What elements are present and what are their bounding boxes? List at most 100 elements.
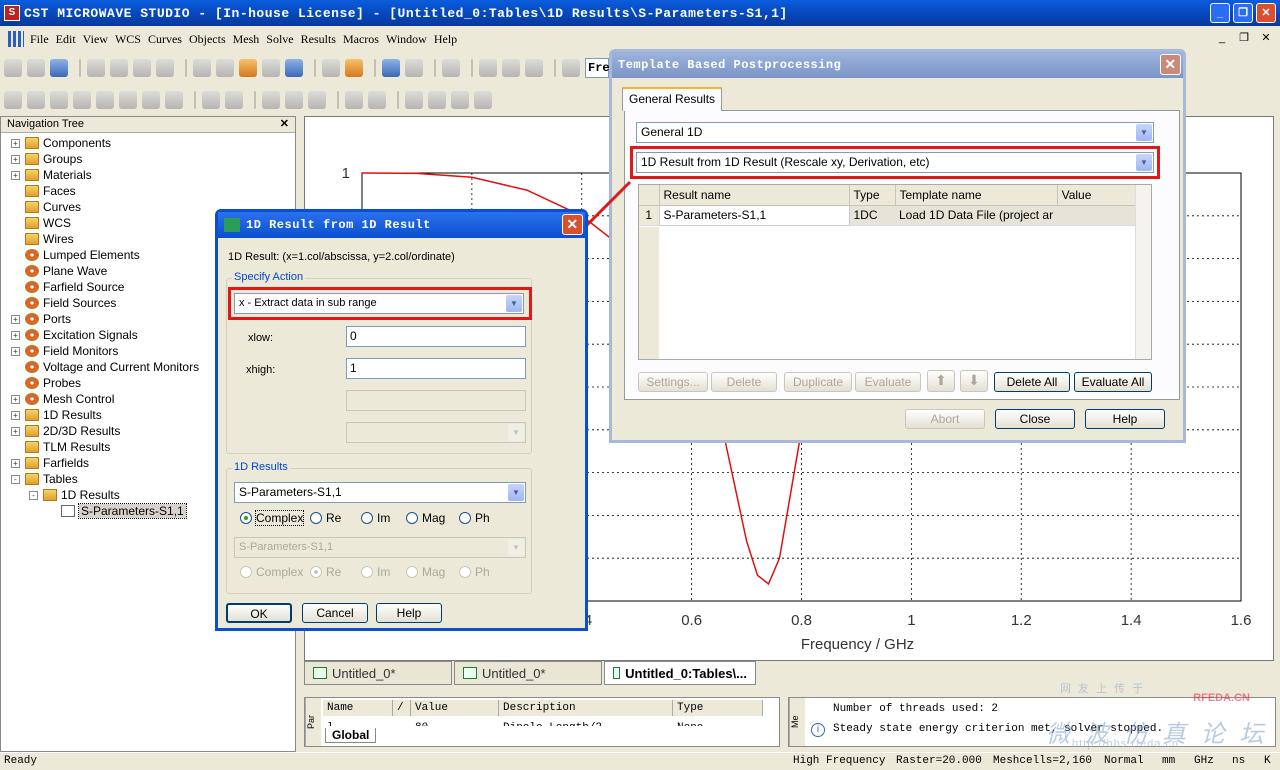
cell-result-name[interactable]: S-Parameters-S1,1 [658, 204, 850, 226]
tree-item[interactable]: Faces [11, 183, 76, 199]
print-icon[interactable] [87, 59, 105, 77]
document-icon[interactable] [474, 91, 492, 109]
tree-item[interactable]: S-Parameters-S1,1 [47, 503, 187, 519]
tree-item[interactable]: + Mesh Control [11, 391, 114, 407]
expand-icon[interactable]: + [11, 314, 20, 324]
expand-icon[interactable]: + [11, 330, 20, 340]
close-button[interactable]: ✕ [1256, 3, 1276, 23]
tab-tables[interactable]: Untitled_0:Tables\... [604, 661, 756, 685]
rotation-shape-icon[interactable] [119, 91, 137, 109]
dialog-help-button[interactable]: Help [376, 603, 442, 623]
measure-icon[interactable] [405, 91, 423, 109]
tree-item[interactable]: - Tables [11, 471, 78, 487]
move-down-button[interactable]: ⬇ [960, 370, 988, 392]
scale-icon[interactable] [308, 91, 326, 109]
copy-icon[interactable] [156, 59, 174, 77]
tree-item[interactable]: TLM Results [11, 439, 110, 455]
probe-icon[interactable] [368, 91, 386, 109]
sphere-icon[interactable] [27, 91, 45, 109]
tree-item[interactable]: + Excitation Signals [11, 327, 138, 343]
menu-results[interactable]: Results [301, 32, 336, 47]
delete-button[interactable]: Delete [711, 372, 777, 392]
tree-item[interactable]: Curves [11, 199, 81, 215]
blend-icon[interactable] [202, 91, 220, 109]
tree-item[interactable]: Plane Wave [11, 263, 107, 279]
zoom-region-icon[interactable] [285, 59, 303, 77]
expand-icon[interactable]: + [11, 426, 20, 436]
evaluate-button[interactable]: Evaluate [855, 372, 921, 392]
frequency-combo[interactable]: Fre [585, 58, 610, 78]
boolean-icon[interactable] [502, 59, 520, 77]
tree-item[interactable]: Voltage and Current Monitors [11, 359, 199, 375]
abort-button[interactable]: Abort [905, 409, 985, 429]
close-dialog-button[interactable]: Close [995, 409, 1075, 429]
radio-re-disabled[interactable]: Re [310, 565, 341, 579]
delete-all-button[interactable]: Delete All [994, 372, 1070, 392]
collapse-icon[interactable]: - [11, 474, 20, 484]
help-button[interactable]: Help [1085, 409, 1165, 429]
radio-mag[interactable]: Mag [406, 511, 445, 525]
menu-solve[interactable]: Solve [266, 32, 293, 47]
duplicate-button[interactable]: Duplicate [784, 372, 852, 392]
menu-macros[interactable]: Macros [343, 32, 379, 47]
col-sort[interactable]: / [393, 700, 411, 716]
extrude-icon[interactable] [142, 91, 160, 109]
extra-combo-disabled[interactable]: ▼ [346, 422, 526, 443]
expand-icon[interactable]: + [11, 138, 20, 148]
transform-icon[interactable] [479, 59, 497, 77]
expand-icon[interactable]: + [11, 154, 20, 164]
tree-item[interactable]: + Groups [11, 151, 82, 167]
tree-item[interactable]: + Ports [11, 311, 71, 327]
tree-item[interactable]: + Components [11, 135, 111, 151]
zoom-icon[interactable] [262, 59, 280, 77]
table-scrollbar[interactable] [1135, 185, 1151, 359]
minimize-button[interactable]: _ [1210, 3, 1230, 23]
settings-icon[interactable] [345, 59, 363, 77]
rotate-icon[interactable] [193, 59, 211, 77]
close-icon[interactable]: ✕ [280, 117, 289, 132]
open-file-icon[interactable] [27, 59, 45, 77]
mesh-icon[interactable] [525, 59, 543, 77]
tree-item[interactable]: WCS [11, 215, 71, 231]
parameter-row[interactable]: l 80 Dipole Length/2 None [327, 718, 767, 726]
mdi-minimize-button[interactable]: _ [1214, 30, 1230, 46]
menu-mesh[interactable]: Mesh [233, 32, 260, 47]
pan-icon[interactable] [239, 59, 257, 77]
tab-untitled-2[interactable]: Untitled_0* [454, 661, 602, 685]
col-result-name[interactable]: Result name [659, 185, 850, 206]
cone-icon[interactable] [73, 91, 91, 109]
tree-item[interactable]: +2D/3D Results [11, 423, 120, 439]
radio-im[interactable]: Im [361, 511, 390, 525]
col-name[interactable]: Name [323, 700, 393, 716]
mdi-close-button[interactable]: ✕ [1258, 30, 1274, 46]
radio-im-disabled[interactable]: Im [361, 565, 390, 579]
tree-item[interactable]: Lumped Elements [11, 247, 140, 263]
menu-objects[interactable]: Objects [189, 32, 226, 47]
brick-shape-icon[interactable] [4, 91, 22, 109]
xhigh-input[interactable]: 1 [346, 358, 526, 379]
tree-item[interactable]: Wires [11, 231, 74, 247]
menu-help[interactable]: Help [434, 32, 457, 47]
xlow-input[interactable]: 0 [346, 326, 526, 347]
result-dialog-close-button[interactable]: ✕ [562, 214, 583, 235]
radio-ph[interactable]: Ph [459, 511, 490, 525]
col-value[interactable]: Value [411, 700, 499, 716]
mdi-restore-button[interactable]: ❐ [1236, 30, 1252, 46]
chamfer-icon[interactable] [225, 91, 243, 109]
tree-item[interactable]: + Farfields [11, 455, 89, 471]
grid-icon[interactable] [405, 59, 423, 77]
menu-window[interactable]: Window [386, 32, 427, 47]
pick-icon[interactable] [382, 59, 400, 77]
col-description[interactable]: Description [499, 700, 673, 716]
spin-icon[interactable] [216, 59, 234, 77]
solver-icon[interactable] [562, 59, 580, 77]
collapse-icon[interactable]: - [29, 490, 38, 500]
tree-item[interactable]: Field Sources [11, 295, 116, 311]
cancel-button[interactable]: Cancel [302, 603, 368, 623]
tab-general-results[interactable]: General Results [622, 87, 723, 111]
expand-icon[interactable]: + [11, 394, 20, 404]
menu-view[interactable]: View [83, 32, 108, 47]
undo-icon[interactable] [110, 59, 128, 77]
settings-button[interactable]: Settings... [638, 372, 708, 392]
expand-icon[interactable]: + [11, 458, 20, 468]
